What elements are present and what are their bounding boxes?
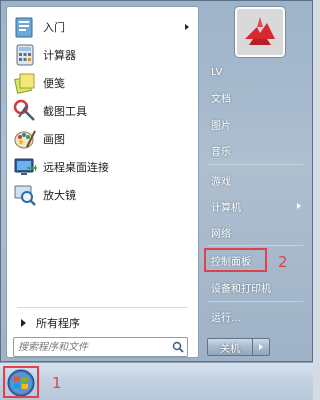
program-item-snipping-tool[interactable]: 截图工具 bbox=[13, 97, 193, 125]
right-item-label: 设备和打印机 bbox=[211, 283, 271, 295]
calculator-icon bbox=[13, 43, 37, 67]
all-programs-label: 所有程序 bbox=[36, 317, 80, 330]
sticky-notes-icon bbox=[13, 71, 37, 95]
snipping-tool-icon bbox=[13, 99, 37, 123]
program-label: 便笺 bbox=[43, 77, 65, 90]
right-item-label: 网络 bbox=[211, 228, 231, 240]
start-menu: 入门 计算器 便笺 截图工具 画图 远程桌面连接 放大镜 所有程序 搜索程序和文… bbox=[0, 0, 313, 362]
right-item-label: 运行... bbox=[211, 312, 241, 324]
right-item-network[interactable]: 网络 bbox=[205, 222, 305, 242]
program-item-remote-desktop[interactable]: 远程桌面连接 bbox=[13, 153, 193, 181]
program-item-sticky-notes[interactable]: 便笺 bbox=[13, 69, 193, 97]
right-item-label: 音乐 bbox=[211, 146, 231, 158]
program-label: 截图工具 bbox=[43, 105, 87, 118]
right-item-label: 文档 bbox=[211, 93, 231, 105]
right-item-music[interactable]: 音乐 bbox=[205, 140, 305, 160]
user-avatar[interactable] bbox=[235, 7, 285, 57]
program-item-getting-started[interactable]: 入门 bbox=[13, 13, 193, 41]
shutdown-button[interactable]: 关机 bbox=[207, 338, 253, 356]
program-item-paint[interactable]: 画图 bbox=[13, 125, 193, 153]
program-item-magnifier[interactable]: 放大镜 bbox=[13, 181, 193, 209]
right-item-user[interactable]: LV bbox=[205, 62, 305, 82]
getting-started-icon bbox=[13, 15, 37, 39]
expand-arrow-icon bbox=[21, 319, 26, 327]
program-label: 放大镜 bbox=[43, 189, 76, 202]
callout-number-2: 2 bbox=[278, 253, 288, 271]
right-item-label: 计算机 bbox=[211, 202, 241, 214]
divider bbox=[17, 307, 188, 308]
right-item-label: 游戏 bbox=[211, 176, 231, 188]
programs-pane: 入门 计算器 便笺 截图工具 画图 远程桌面连接 放大镜 所有程序 bbox=[6, 6, 199, 358]
paint-icon bbox=[13, 127, 37, 151]
divider bbox=[207, 301, 303, 302]
control-panel-highlight-box bbox=[204, 248, 267, 272]
callout-number-1: 1 bbox=[52, 374, 62, 392]
chevron-right-icon bbox=[259, 344, 263, 350]
submenu-arrow-icon bbox=[297, 203, 301, 209]
program-label: 计算器 bbox=[43, 49, 76, 62]
right-item-computer[interactable]: 计算机 bbox=[205, 196, 305, 216]
start-button-highlight-box bbox=[3, 366, 39, 398]
right-item-pictures[interactable]: 图片 bbox=[205, 114, 305, 134]
right-item-games[interactable]: 游戏 bbox=[205, 170, 305, 190]
program-label: 入门 bbox=[43, 21, 65, 34]
all-programs-button[interactable]: 所有程序 bbox=[13, 313, 193, 333]
right-item-label: 图片 bbox=[211, 120, 231, 132]
magnifier-icon bbox=[13, 183, 37, 207]
remote-desktop-icon bbox=[13, 155, 37, 179]
search-icon[interactable] bbox=[169, 338, 187, 356]
right-item-label: LV bbox=[211, 66, 223, 78]
divider bbox=[207, 245, 303, 246]
right-item-devices-printers[interactable]: 设备和打印机 bbox=[205, 277, 305, 297]
shutdown-label: 关机 bbox=[220, 343, 240, 355]
taskbar bbox=[0, 362, 313, 400]
right-item-run[interactable]: 运行... bbox=[205, 306, 305, 326]
user-picture-icon bbox=[237, 9, 283, 55]
submenu-arrow-icon bbox=[185, 24, 189, 30]
program-label: 画图 bbox=[43, 133, 65, 146]
shutdown-options-button[interactable] bbox=[253, 338, 270, 356]
divider bbox=[207, 164, 303, 165]
program-label: 远程桌面连接 bbox=[43, 161, 109, 174]
program-item-calculator[interactable]: 计算器 bbox=[13, 41, 193, 69]
search-input[interactable] bbox=[18, 339, 169, 355]
right-item-documents[interactable]: 文档 bbox=[205, 87, 305, 107]
search-box[interactable] bbox=[13, 337, 188, 357]
